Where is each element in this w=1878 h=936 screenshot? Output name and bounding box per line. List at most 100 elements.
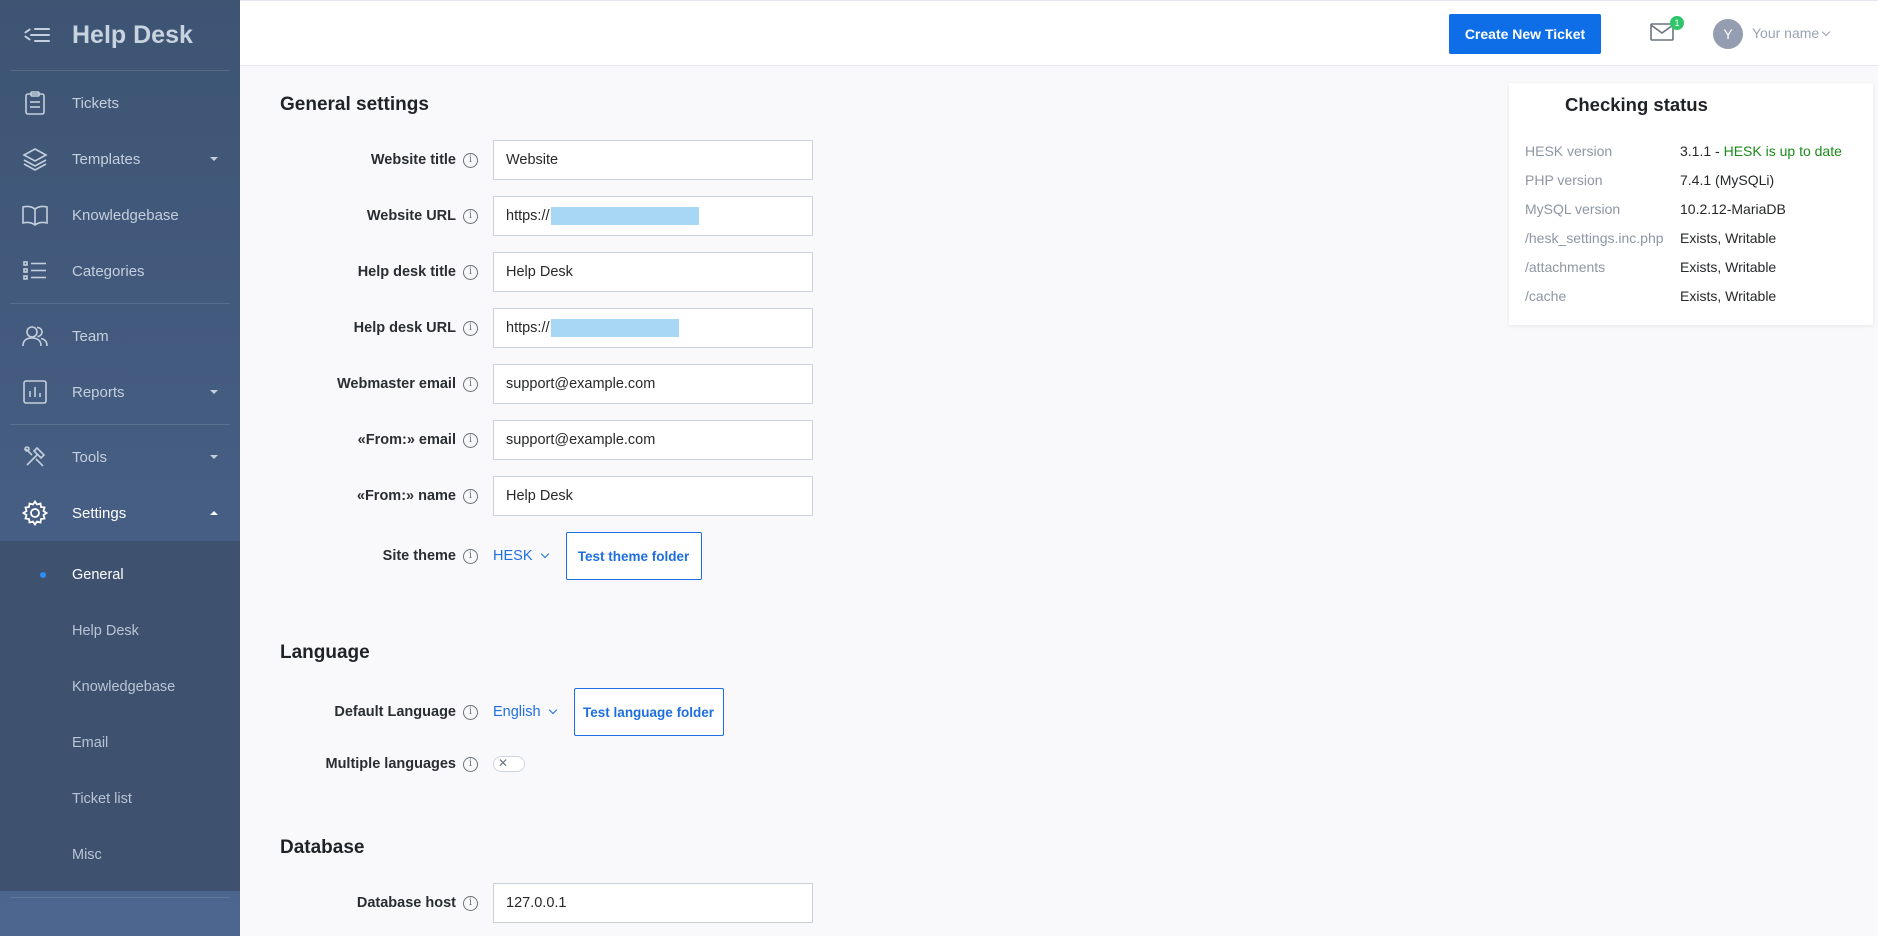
submenu-item-label: Ticket list (72, 791, 132, 807)
sidebar-item-knowledgebase[interactable]: Knowledgebase (0, 187, 240, 243)
status-value: Exists, Writable (1680, 229, 1777, 246)
field-label: Database host (356, 895, 456, 911)
app-title: Help Desk (72, 20, 193, 49)
toggle-off-icon: ✕ (498, 756, 509, 770)
sidebar-item-label: Tickets (72, 94, 119, 112)
status-value: 10.2.12-MariaDB (1680, 200, 1786, 217)
info-icon[interactable]: i (463, 152, 478, 168)
selected-value: HESK (493, 548, 533, 564)
help-desk-title-input[interactable]: Help Desk (493, 252, 813, 292)
sidebar-item-label: Settings (72, 504, 127, 522)
up-to-date-note: HESK is up to date (1723, 142, 1842, 159)
submenu-item-knowledgebase[interactable]: Knowledgebase (0, 659, 240, 715)
section-title-database: Database (280, 837, 365, 858)
gear-icon (22, 500, 48, 526)
users-icon (22, 323, 48, 349)
info-icon[interactable]: i (463, 264, 478, 280)
status-card: Checking status HESK version 3.1.1 - HES… (1509, 83, 1873, 325)
field-help-desk-title: Help desk title i Help Desk (280, 252, 1080, 292)
sidebar-item-team[interactable]: Team (0, 308, 240, 364)
submenu-item-help-desk[interactable]: Help Desk (0, 603, 240, 659)
submenu-item-label: Knowledgebase (72, 679, 176, 695)
field-from-email: «From:» email i support@example.com (280, 420, 1080, 460)
submenu-item-general[interactable]: General (0, 547, 240, 603)
sidebar-item-tools[interactable]: Tools (0, 429, 240, 485)
webmaster-email-input[interactable]: support@example.com (493, 364, 813, 404)
status-key: /attachments (1525, 258, 1606, 275)
default-language-select[interactable]: English (493, 704, 557, 720)
redaction-block (550, 207, 699, 225)
info-icon[interactable]: i (463, 756, 478, 772)
status-key: MySQL version (1525, 200, 1621, 217)
from-email-input[interactable]: support@example.com (493, 420, 813, 460)
help-desk-url-input[interactable]: https:// (493, 308, 813, 348)
field-label: Default Language (334, 704, 456, 720)
section-title-language: Language (280, 642, 370, 663)
submenu-item-label: General (72, 567, 124, 583)
info-icon[interactable]: i (463, 488, 478, 504)
status-value: Exists, Writable (1680, 287, 1777, 304)
sidebar-item-label: Templates (72, 150, 141, 168)
info-icon[interactable]: i (463, 895, 478, 911)
submenu-item-ticket-list[interactable]: Ticket list (0, 771, 240, 827)
status-key: /cache (1525, 287, 1567, 304)
database-host-input[interactable]: 127.0.0.1 (493, 883, 813, 923)
info-icon[interactable]: i (463, 432, 478, 448)
field-from-name: «From:» name i Help Desk (280, 476, 1080, 516)
chevron-down-icon (1821, 27, 1831, 37)
field-label: Help desk title (357, 264, 456, 280)
username-label: Your name (1752, 25, 1820, 41)
tools-icon (22, 444, 48, 470)
mail-icon[interactable]: 1 (1650, 16, 1684, 44)
create-ticket-button[interactable]: Create New Ticket (1449, 14, 1601, 54)
section-title-general: General settings (280, 94, 429, 115)
field-label: Site theme (382, 548, 456, 564)
collapse-menu-icon[interactable] (22, 23, 50, 47)
field-help-desk-url: Help desk URL i https:// (280, 308, 1080, 348)
field-default-language: Default Language i English Test language… (280, 688, 1080, 736)
settings-submenu: General Help Desk Knowledgebase Email Ti… (0, 541, 240, 891)
caret-down-icon (210, 455, 218, 459)
test-language-folder-button[interactable]: Test language folder (573, 688, 724, 736)
url-value: https:// (506, 208, 550, 224)
multiple-languages-toggle[interactable]: ✕ (493, 756, 525, 772)
sidebar-item-label: Tools (72, 448, 108, 466)
divider (10, 303, 230, 304)
sidebar-item-reports[interactable]: Reports (0, 364, 240, 420)
selected-value: English (493, 704, 541, 720)
sidebar-item-templates[interactable]: Templates (0, 131, 240, 187)
list-icon (22, 258, 48, 284)
user-menu[interactable]: Your name (1752, 25, 1831, 41)
website-url-input[interactable]: https:// (493, 196, 813, 236)
info-icon[interactable]: i (463, 548, 478, 564)
sidebar-item-label: Knowledgebase (72, 206, 179, 224)
info-icon[interactable]: i (463, 704, 478, 720)
field-multiple-languages: Multiple languages i ✕ (280, 744, 1080, 784)
chevron-down-icon (540, 549, 549, 559)
topbar (240, 0, 1878, 66)
book-icon (22, 202, 48, 228)
status-value: 7.4.1 (MySQLi) (1680, 171, 1775, 188)
avatar[interactable]: Y (1713, 19, 1743, 49)
sidebar-item-settings[interactable]: Settings (0, 485, 240, 541)
sidebar-item-label: Team (72, 327, 109, 345)
from-name-input[interactable]: Help Desk (493, 476, 813, 516)
status-value: 3.1.1 - HESK is up to date (1680, 143, 1842, 159)
sidebar-item-tickets[interactable]: Tickets (0, 75, 240, 131)
website-title-input[interactable]: Website (493, 140, 813, 180)
test-theme-folder-button[interactable]: Test theme folder (565, 532, 702, 580)
info-icon[interactable]: i (463, 208, 478, 224)
info-icon[interactable]: i (463, 376, 478, 392)
site-theme-select[interactable]: HESK (493, 548, 549, 564)
layers-icon (22, 146, 48, 172)
sidebar-item-categories[interactable]: Categories (0, 243, 240, 299)
submenu-item-email[interactable]: Email (0, 715, 240, 771)
info-icon[interactable]: i (463, 320, 478, 336)
version-number: 3.1.1 - (1680, 142, 1720, 159)
sidebar-header: Help Desk (0, 0, 240, 70)
chevron-down-icon (548, 705, 557, 715)
sidebar: Help Desk Tickets Templates Knowledgebas… (0, 0, 240, 936)
submenu-item-misc[interactable]: Misc (0, 827, 240, 883)
submenu-item-label: Help Desk (72, 623, 139, 639)
status-value: Exists, Writable (1680, 258, 1777, 275)
